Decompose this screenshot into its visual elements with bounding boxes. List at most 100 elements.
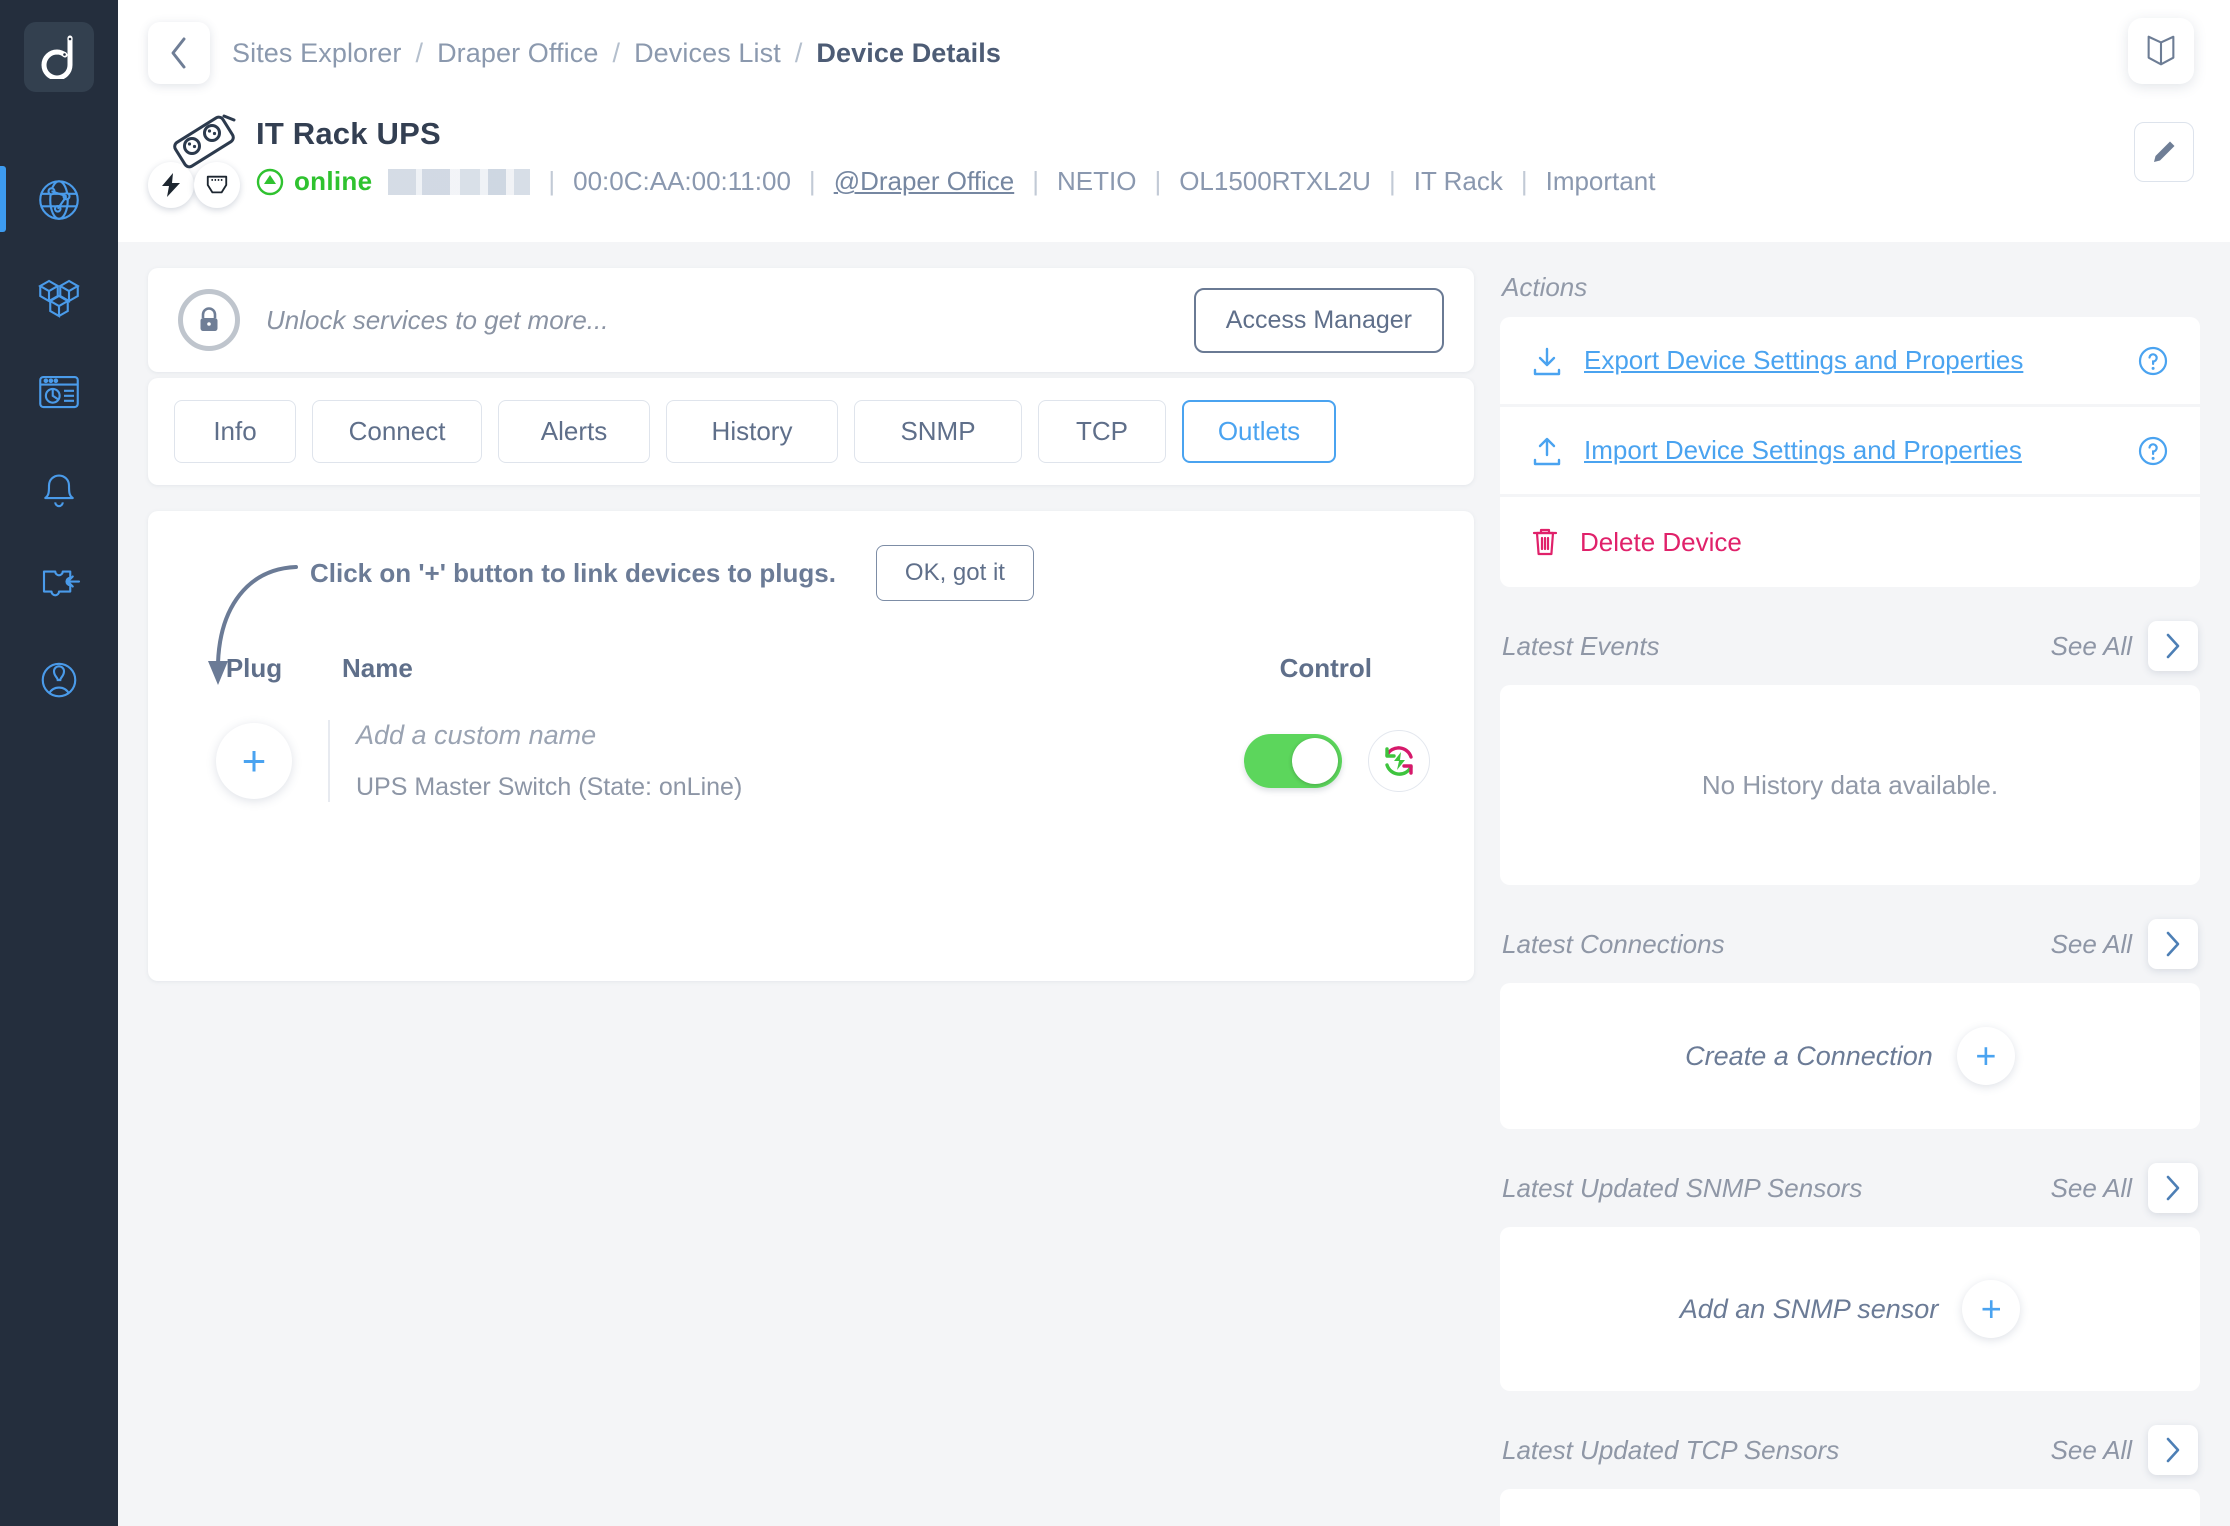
alerts-bell-icon [44,474,74,508]
power-cycle-button[interactable] [1368,730,1430,792]
help-circle-icon[interactable] [2136,344,2170,378]
tab-outlets[interactable]: Outlets [1182,400,1336,463]
hint-dismiss-button[interactable]: OK, got it [875,545,1034,601]
action-delete-device[interactable]: Delete Device [1500,497,2200,587]
name-cell: Add a custom name UPS Master Switch (Sta… [328,720,742,802]
access-manager-button[interactable]: Access Manager [1193,287,1444,353]
power-cycle-icon [1385,746,1413,776]
breadcrumb-row: Sites Explorer / Draper Office / Devices… [148,22,2200,84]
device-model: OL1500RTXL2U [1179,166,1371,196]
integrations-puzzle-icon [42,570,81,597]
meta-separator: | [1154,166,1162,196]
app-logo[interactable] [24,22,94,92]
breadcrumb-item-devices-list[interactable]: Devices List [634,38,781,69]
toggle-knob [1292,738,1338,784]
device-ip-redacted [388,168,531,195]
latest-connections-header: Latest Connections See All [1500,915,2200,983]
app-root: Sites Explorer / Draper Office / Devices… [0,0,2230,1526]
device-icon-group [148,114,256,212]
latest-tcp-panel [1500,1489,2200,1526]
column-header-control: Control [1279,653,1372,683]
help-circle-icon[interactable] [2136,434,2170,468]
create-connection-button[interactable]: + [1956,1027,2015,1085]
page-body: Unlock services to get more... Access Ma… [118,242,2230,1526]
ethernet-port-icon [206,175,228,194]
sidebar-item-network[interactable] [0,152,118,248]
tab-info[interactable]: Info [174,400,296,463]
tab-connect[interactable]: Connect [312,400,482,463]
meta-separator: | [548,166,556,196]
latest-events-chevron-button[interactable] [2148,621,2198,671]
latest-connections-chevron-button[interactable] [2148,919,2198,969]
latest-tcp-see-all[interactable]: See All [2051,1435,2132,1466]
rail-item-list [0,152,118,728]
chevron-right-icon [2166,931,2180,957]
latest-snmp-see-all[interactable]: See All [2051,1173,2132,1204]
add-snmp-sensor-row[interactable]: Add an SNMP sensor + [1680,1280,2021,1338]
action-import-label[interactable]: Import Device Settings and Properties [1584,435,2022,466]
unlock-services-bar: Unlock services to get more... Access Ma… [148,268,1474,372]
breadcrumb-separator: / [794,37,803,68]
device-mac: 00:0C:AA:00:11:00 [573,166,791,196]
right-sidebar: Actions Export Device Settings and Prope… [1500,268,2200,1526]
dashboard-report-icon [39,375,79,409]
device-name: IT Rack UPS [256,116,441,151]
device-location: IT Rack [1413,166,1503,196]
sidebar-item-dashboard[interactable] [0,344,118,440]
sidebar-item-alerts[interactable] [0,440,118,536]
latest-snmp-chevron-button[interactable] [2148,1163,2198,1213]
breadcrumb-item-draper-office[interactable]: Draper Office [437,38,598,69]
action-export-settings[interactable]: Export Device Settings and Properties [1500,317,2200,407]
back-button[interactable] [148,22,210,84]
sidebar-item-inventory[interactable] [0,248,118,344]
breadcrumb-item-sites-explorer[interactable]: Sites Explorer [232,38,401,69]
create-connection-row[interactable]: Create a Connection + [1685,1027,2015,1085]
custom-name-input[interactable]: Add a custom name [356,720,742,751]
device-tabs: Info Connect Alerts History SNMP TCP Out… [148,378,1474,485]
action-delete-label[interactable]: Delete Device [1580,527,1742,558]
device-site-link[interactable]: @Draper Office [834,166,1015,197]
tab-tcp[interactable]: TCP [1038,400,1166,463]
latest-events-see-all[interactable]: See All [2051,631,2132,662]
column-header-name: Name [342,653,413,683]
chevron-left-icon [171,37,186,69]
breadcrumb: Sites Explorer / Draper Office / Devices… [232,38,1001,69]
breadcrumb-separator: / [612,37,621,68]
outlets-table-header: Plug Name Control [192,653,1430,684]
sidebar-item-account[interactable] [0,632,118,728]
latest-tcp-chevron-button[interactable] [2148,1425,2198,1475]
tab-snmp[interactable]: SNMP [854,400,1022,463]
meta-separator: | [1520,166,1528,196]
tab-alerts[interactable]: Alerts [498,400,650,463]
action-import-settings[interactable]: Import Device Settings and Properties [1500,407,2200,497]
add-plug-link-button[interactable]: + [216,723,292,799]
domotz-d-icon [41,35,73,79]
meta-separator: | [808,166,816,196]
latest-connections-see-all[interactable]: See All [2051,929,2132,960]
action-export-label[interactable]: Export Device Settings and Properties [1584,345,2023,376]
documentation-button[interactable] [2128,18,2194,84]
actions-title: Actions [1502,272,1588,302]
breadcrumb-item-device-details: Device Details [816,37,1001,68]
outlets-hint-text: Click on '+' button to link devices to p… [310,557,836,588]
outlet-power-toggle[interactable] [1244,734,1342,788]
latest-snmp-header: Latest Updated SNMP Sensors See All [1500,1159,2200,1227]
tab-history[interactable]: History [666,400,838,463]
power-badge [148,162,194,208]
device-text: IT Rack UPS online | 00:0C:AA:00:11:00 |… [256,116,1655,197]
latest-events-title: Latest Events [1502,630,1660,661]
ethernet-badge [194,162,240,208]
lightning-bolt-icon [162,173,180,197]
status-up-arrow-icon [256,168,284,195]
network-globe-icon [39,180,79,220]
add-snmp-sensor-button[interactable]: + [1962,1280,2021,1338]
edit-device-button[interactable] [2134,122,2194,182]
sidebar-item-integrations[interactable] [0,536,118,632]
latest-events-empty-text: No History data available. [1701,769,1999,800]
meta-separator: | [1032,166,1039,196]
create-connection-label: Create a Connection [1685,1040,1933,1071]
